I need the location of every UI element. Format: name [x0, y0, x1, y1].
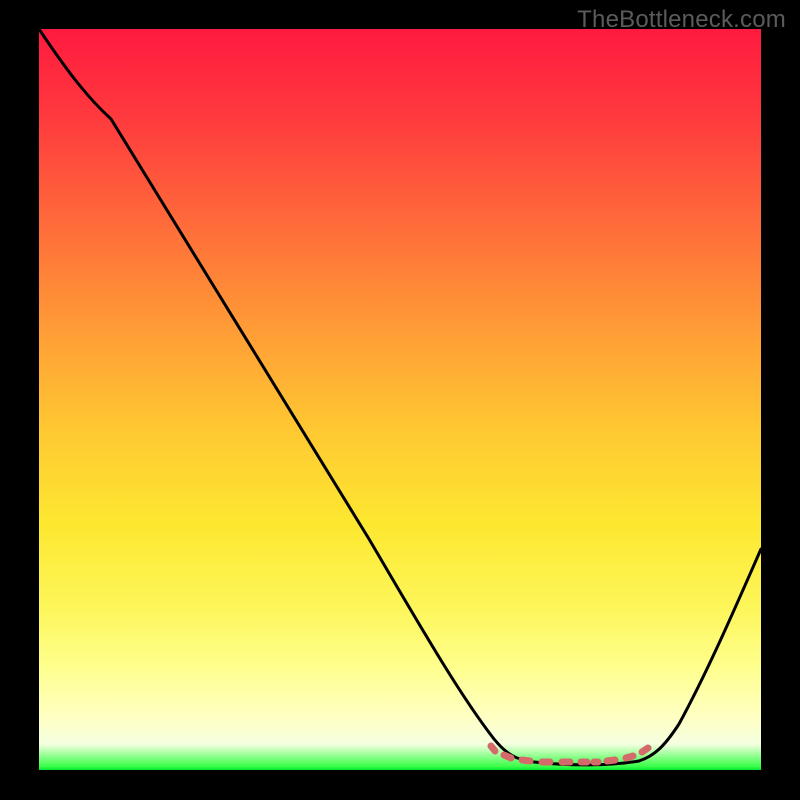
plot-area: [39, 29, 761, 770]
watermark-text: TheBottleneck.com: [577, 6, 786, 34]
bottleneck-curve-svg: [39, 29, 761, 770]
chart-frame: TheBottleneck.com: [0, 0, 800, 800]
optimal-band-marker: [491, 746, 648, 762]
bottleneck-curve: [39, 29, 761, 765]
